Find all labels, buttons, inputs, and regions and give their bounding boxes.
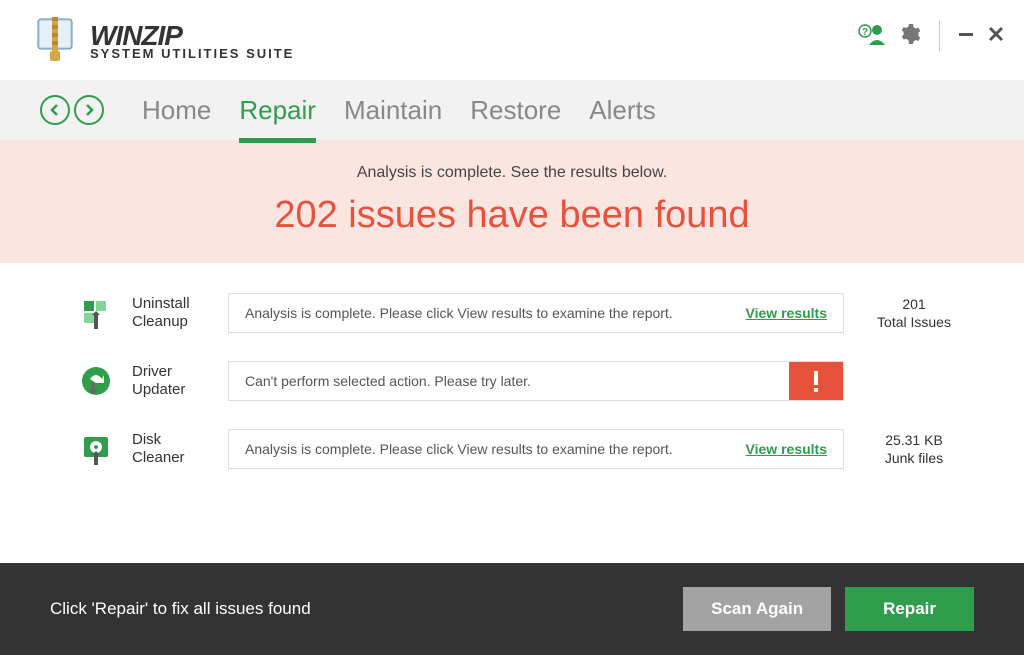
nav-alerts[interactable]: Alerts bbox=[589, 95, 655, 126]
result-message: Analysis is complete. Please click View … bbox=[245, 305, 673, 321]
status-banner: Analysis is complete. See the results be… bbox=[0, 140, 1024, 263]
result-row-uninstall: Uninstall Cleanup Analysis is complete. … bbox=[80, 293, 964, 333]
result-box: Analysis is complete. Please click View … bbox=[228, 429, 844, 469]
titlebar: WINZIP SYSTEM UTILITIES SUITE ? bbox=[0, 0, 1024, 80]
footer-text: Click 'Repair' to fix all issues found bbox=[50, 599, 311, 619]
result-stat: 201 Total Issues bbox=[864, 295, 964, 331]
view-results-link[interactable]: View results bbox=[746, 441, 827, 457]
svg-text:?: ? bbox=[862, 27, 868, 38]
banner-subtext: Analysis is complete. See the results be… bbox=[0, 164, 1024, 182]
disk-cleaner-icon bbox=[80, 433, 112, 465]
close-icon[interactable] bbox=[988, 26, 1004, 47]
result-row-disk: Disk Cleaner Analysis is complete. Pleas… bbox=[80, 429, 964, 469]
result-box: Analysis is complete. Please click View … bbox=[228, 293, 844, 333]
driver-updater-icon bbox=[80, 365, 112, 397]
titlebar-divider bbox=[939, 20, 940, 52]
repair-button[interactable]: Repair bbox=[845, 587, 974, 631]
result-stat: 25.31 KB Junk files bbox=[864, 431, 964, 467]
view-results-link[interactable]: View results bbox=[746, 305, 827, 321]
app-logo-icon bbox=[30, 15, 80, 65]
nav-home[interactable]: Home bbox=[142, 95, 211, 126]
scan-again-button[interactable]: Scan Again bbox=[683, 587, 831, 631]
footer: Click 'Repair' to fix all issues found S… bbox=[0, 563, 1024, 655]
logo: WINZIP SYSTEM UTILITIES SUITE bbox=[30, 15, 294, 65]
result-message: Can't perform selected action. Please tr… bbox=[229, 363, 547, 399]
error-flag-icon bbox=[789, 362, 843, 400]
uninstall-cleanup-icon bbox=[80, 297, 112, 329]
result-label: Disk Cleaner bbox=[132, 431, 208, 467]
brand-subtitle: SYSTEM UTILITIES SUITE bbox=[90, 46, 294, 61]
minimize-icon[interactable] bbox=[958, 26, 974, 47]
banner-headline: 202 issues have been found bbox=[0, 194, 1024, 237]
result-box-error: Can't perform selected action. Please tr… bbox=[228, 361, 844, 401]
results-list: Uninstall Cleanup Analysis is complete. … bbox=[0, 263, 1024, 563]
result-message: Analysis is complete. Please click View … bbox=[245, 441, 673, 457]
nav-repair[interactable]: Repair bbox=[239, 95, 316, 126]
help-user-icon[interactable]: ? bbox=[857, 23, 885, 50]
result-label: Uninstall Cleanup bbox=[132, 295, 208, 331]
result-row-driver: Driver Updater Can't perform selected ac… bbox=[80, 361, 964, 401]
navbar: Home Repair Maintain Restore Alerts bbox=[0, 80, 1024, 140]
nav-maintain[interactable]: Maintain bbox=[344, 95, 442, 126]
nav-restore[interactable]: Restore bbox=[470, 95, 561, 126]
nav-forward-button[interactable] bbox=[74, 95, 104, 125]
result-label: Driver Updater bbox=[132, 363, 208, 399]
nav-back-button[interactable] bbox=[40, 95, 70, 125]
settings-gear-icon[interactable] bbox=[899, 23, 921, 50]
